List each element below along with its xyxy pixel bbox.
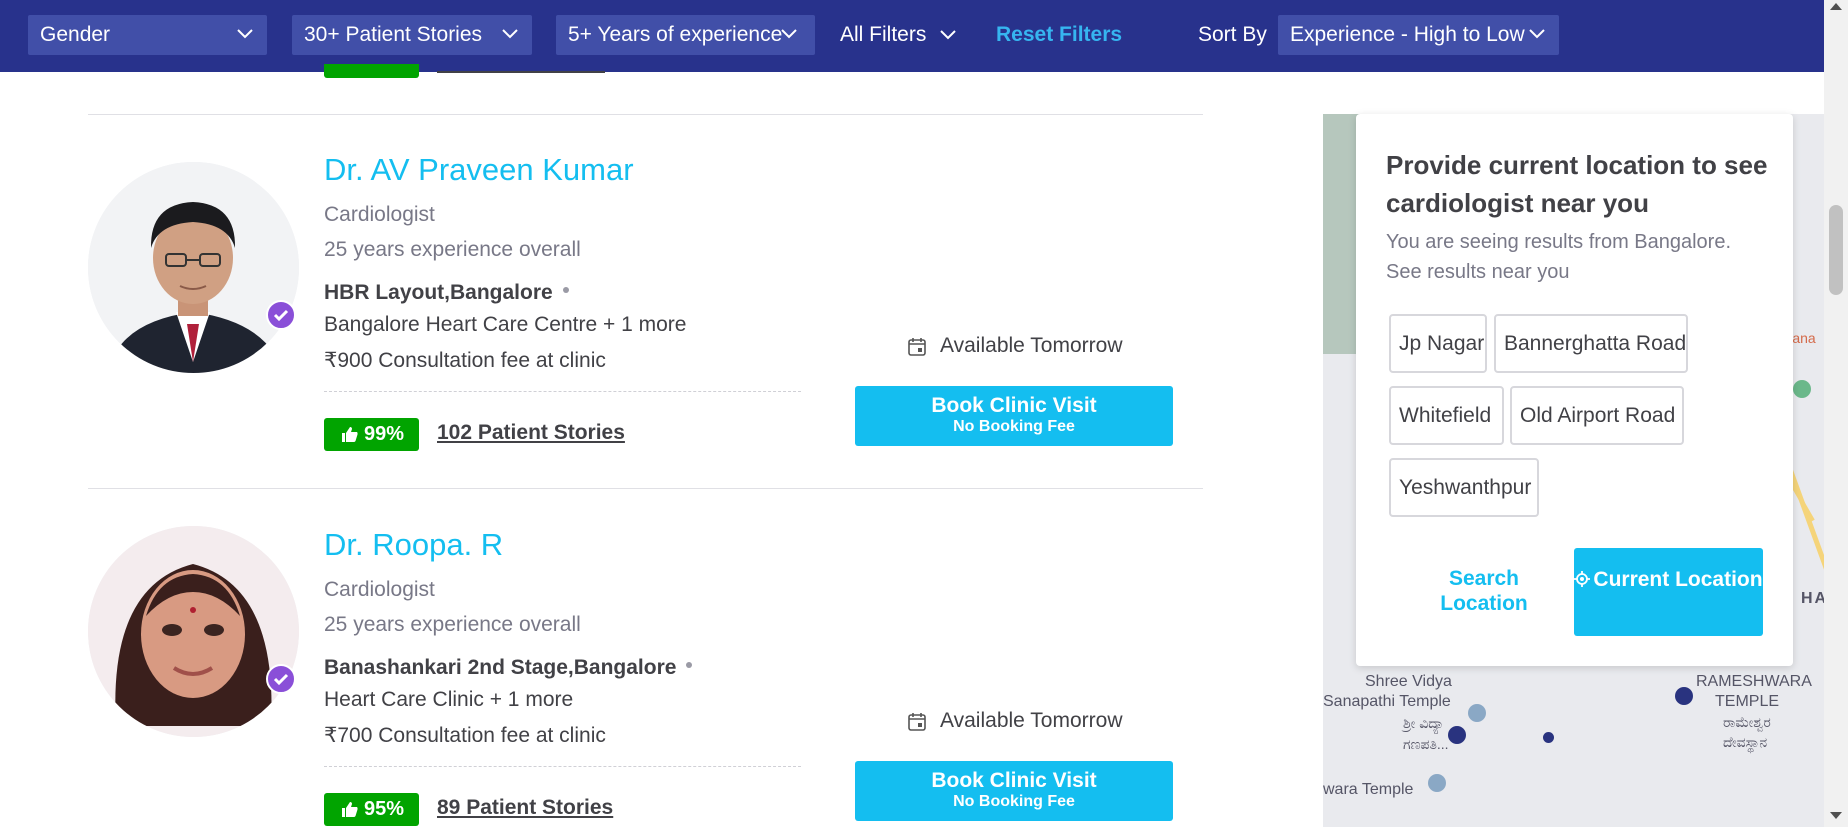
sort-select[interactable]: Experience - High to Low — [1278, 15, 1559, 55]
patient-stories-link[interactable]: 102 Patient Stories — [437, 421, 625, 445]
doctor-fee: ₹700 Consultation fee at clinic — [324, 724, 606, 747]
reset-filters-link[interactable]: Reset Filters — [996, 15, 1122, 55]
doctor-avatar[interactable] — [88, 162, 299, 373]
all-filters-button[interactable]: All Filters — [840, 15, 960, 55]
map-label: Shree Vidya — [1365, 673, 1452, 690]
doctor-locality: HBR Layout,Bangalore — [324, 281, 569, 305]
calendar-icon — [908, 338, 926, 356]
map-label: Sanapathi Temple — [1323, 693, 1451, 710]
patient-stories-link[interactable]: 89 Patient Stories — [437, 796, 613, 820]
map-marker-icon[interactable] — [1543, 732, 1554, 743]
sort-select-value: Experience - High to Low — [1290, 23, 1525, 46]
book-button-label: Book Clinic Visit — [931, 769, 1097, 792]
map-label: HAL — [1801, 590, 1824, 607]
current-location-button[interactable]: Current Location — [1574, 548, 1763, 636]
doctor-experience: 25 years experience overall — [324, 238, 581, 261]
thumbs-up-icon — [342, 802, 358, 817]
experience-filter[interactable]: 5+ Years of experience — [556, 15, 815, 55]
separator-dot — [562, 287, 569, 294]
filter-bar: Gender 30+ Patient Stories 5+ Years of e… — [0, 0, 1824, 72]
scrollbar-thumb[interactable] — [1829, 205, 1843, 295]
search-location-link[interactable]: Search Location — [1424, 566, 1544, 616]
doctor-locality-text[interactable]: Banashankari 2nd Stage,Bangalore — [324, 656, 676, 679]
verified-check-icon — [266, 664, 296, 694]
rating-value: 95% — [364, 798, 405, 820]
doctor-clinic[interactable]: Heart Care Clinic + 1 more — [324, 688, 573, 712]
doctor-name[interactable]: Dr. AV Praveen Kumar — [324, 152, 634, 188]
location-chip[interactable]: Old Airport Road — [1510, 386, 1684, 445]
location-panel-subtitle: You are seeing results from Bangalore. S… — [1386, 231, 1732, 283]
current-location-label: Current Location — [1593, 568, 1763, 591]
availability-text: Available Tomorrow — [940, 334, 1123, 357]
map-label: RAMESHWARA — [1696, 673, 1812, 690]
gender-filter-label: Gender — [40, 23, 111, 46]
location-panel: Provide current location to see cardiolo… — [1356, 114, 1793, 666]
map-label: ಶ್ರೀ ವಿದ್ಯಾ — [1403, 715, 1445, 731]
doctor-clinic[interactable]: Bangalore Heart Care Centre + 1 more — [324, 313, 686, 337]
doctor-specialty: Cardiologist — [324, 578, 435, 601]
chevron-down-icon — [237, 29, 253, 39]
map-poi-icon[interactable] — [1428, 774, 1446, 792]
previous-rating-badge — [324, 64, 419, 78]
doctor-locality-text[interactable]: HBR Layout,Bangalore — [324, 281, 553, 304]
doctor-name[interactable]: Dr. Roopa. R — [324, 527, 503, 563]
map-label: ದೇವಸ್ಥಾನ — [1723, 734, 1768, 750]
patient-stories-filter-label: 30+ Patient Stories — [304, 23, 483, 46]
map-label: TEMPLE — [1715, 693, 1780, 710]
previous-stories-link[interactable] — [437, 71, 605, 73]
page-scrollbar[interactable] — [1824, 0, 1848, 827]
scroll-down-arrow-icon[interactable] — [1830, 812, 1842, 819]
scroll-up-arrow-icon[interactable] — [1830, 3, 1842, 10]
location-target-icon — [1574, 571, 1591, 587]
chevron-down-icon — [781, 29, 797, 39]
map-label: ರಾಮೇಶ್ವರ — [1723, 714, 1771, 730]
location-chip[interactable]: Jp Nagar — [1389, 314, 1487, 373]
map-label: wara Temple — [1323, 781, 1414, 798]
book-clinic-visit-button[interactable]: Book Clinic Visit No Booking Fee — [855, 386, 1173, 446]
location-chip[interactable]: Yeshwanthpur — [1389, 458, 1539, 517]
gender-filter[interactable]: Gender — [28, 15, 267, 55]
rating-badge: 99% — [324, 418, 419, 451]
separator-dot — [686, 662, 693, 669]
map-marker-icon[interactable] — [1675, 687, 1693, 705]
patient-stories-filter[interactable]: 30+ Patient Stories — [292, 15, 532, 55]
doctor-experience: 25 years experience overall — [324, 613, 581, 636]
sort-by-label: Sort By — [1198, 23, 1267, 46]
location-chip[interactable]: Whitefield — [1389, 386, 1504, 445]
doctor-photo — [88, 162, 299, 373]
book-button-sublabel: No Booking Fee — [953, 793, 1075, 810]
verified-check-icon — [266, 300, 296, 330]
chevron-down-icon — [502, 29, 518, 39]
map-poi-icon[interactable] — [1468, 704, 1486, 722]
location-panel-title: Provide current location to see cardiolo… — [1386, 150, 1768, 218]
rating-value: 99% — [364, 423, 405, 445]
doctor-locality: Banashankari 2nd Stage,Bangalore — [324, 656, 693, 680]
doctor-card: Dr. Roopa. R Cardiologist 25 years exper… — [88, 489, 1203, 827]
map-marker-icon[interactable] — [1448, 726, 1466, 744]
chevron-down-icon — [940, 30, 956, 40]
map-poi-icon[interactable] — [1793, 380, 1811, 398]
calendar-icon — [908, 713, 926, 731]
thumbs-up-icon — [342, 427, 358, 442]
doctor-photo — [88, 526, 299, 737]
book-clinic-visit-button[interactable]: Book Clinic Visit No Booking Fee — [855, 761, 1173, 821]
book-button-sublabel: No Booking Fee — [953, 418, 1075, 435]
dashed-divider — [324, 391, 801, 392]
map-label: ಗಣಪತಿ... — [1403, 736, 1449, 752]
doctor-avatar[interactable] — [88, 526, 299, 737]
all-filters-label: All Filters — [840, 23, 927, 46]
chevron-down-icon — [1529, 29, 1545, 39]
availability-text: Available Tomorrow — [940, 709, 1123, 732]
location-chip[interactable]: Bannerghatta Road — [1494, 314, 1688, 373]
doctor-fee: ₹900 Consultation fee at clinic — [324, 349, 606, 372]
doctor-specialty: Cardiologist — [324, 203, 435, 226]
doctor-card: Dr. AV Praveen Kumar Cardiologist 25 yea… — [88, 114, 1203, 488]
rating-badge: 95% — [324, 793, 419, 826]
experience-filter-label: 5+ Years of experience — [568, 23, 783, 46]
dashed-divider — [324, 766, 801, 767]
book-button-label: Book Clinic Visit — [931, 394, 1097, 417]
